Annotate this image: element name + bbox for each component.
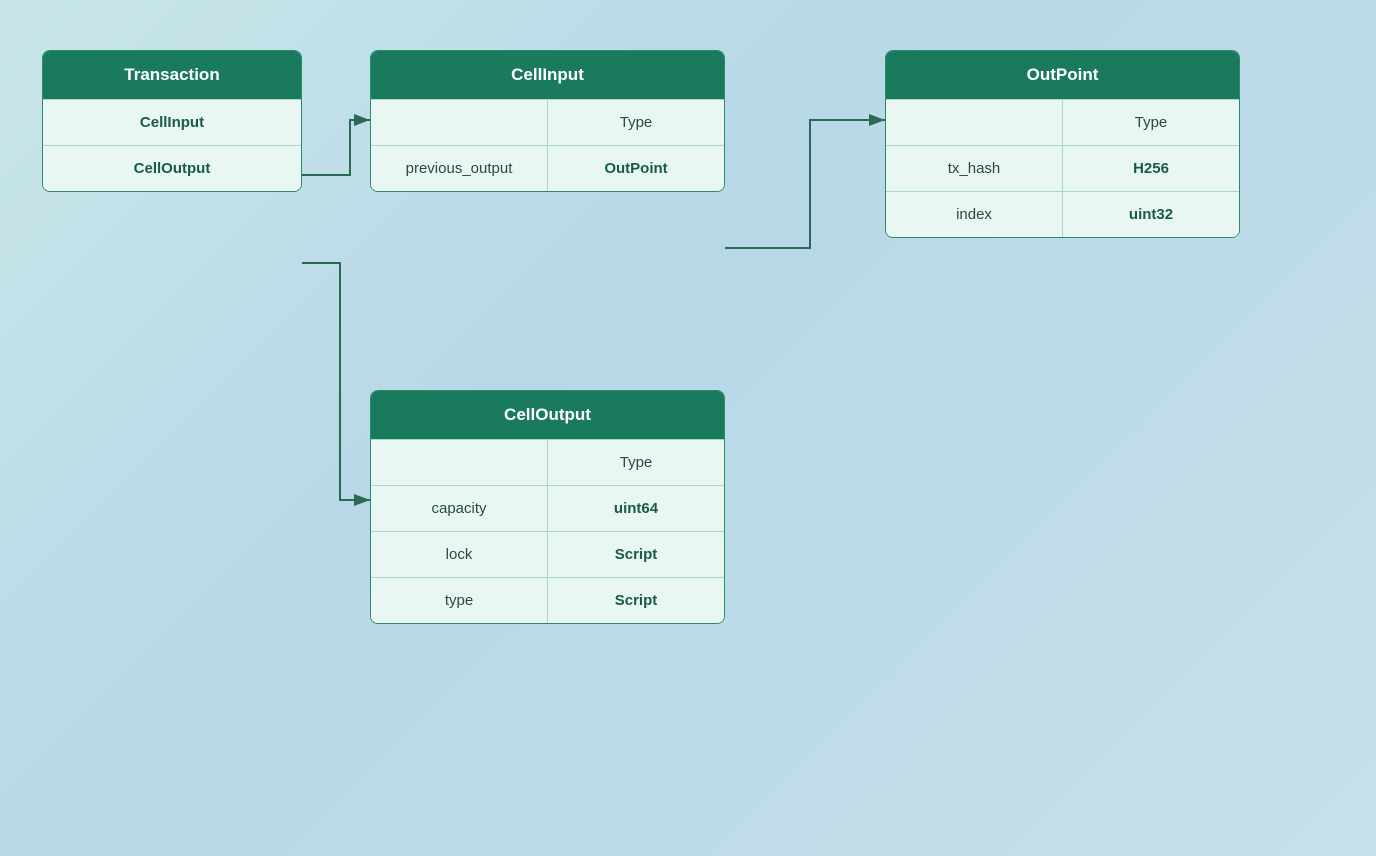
celloutput-capacity-name: capacity xyxy=(371,486,548,531)
celloutput-capacity-type: uint64 xyxy=(548,486,724,531)
celloutput-rows: Type capacity uint64 lock Script type Sc… xyxy=(371,439,724,623)
cellinput-prevout-type: OutPoint xyxy=(548,146,724,191)
celloutput-row-type-field: type Script xyxy=(371,577,724,623)
cellinput-type-name xyxy=(371,100,548,145)
celloutput-typefield-name: type xyxy=(371,578,548,623)
cellinput-row-type: Type xyxy=(371,99,724,145)
celloutput-title: CellOutput xyxy=(504,405,591,424)
celloutput-type-value: Type xyxy=(548,440,724,485)
transaction-row-celloutput: CellOutput xyxy=(43,145,301,191)
celloutput-lock-name: lock xyxy=(371,532,548,577)
transaction-entity: Transaction CellInput CellOutput xyxy=(42,50,302,192)
cellinput-title: CellInput xyxy=(511,65,584,84)
cellinput-rows: Type previous_output OutPoint xyxy=(371,99,724,191)
outpoint-row-type: Type xyxy=(886,99,1239,145)
celloutput-entity: CellOutput Type capacity uint64 lock Scr… xyxy=(370,390,725,624)
outpoint-index-name: index xyxy=(886,192,1063,237)
outpoint-txhash-name: tx_hash xyxy=(886,146,1063,191)
transaction-rows: CellInput CellOutput xyxy=(43,99,301,191)
celloutput-row-capacity: capacity uint64 xyxy=(371,485,724,531)
celloutput-type-name xyxy=(371,440,548,485)
cellinput-prevout-name: previous_output xyxy=(371,146,548,191)
cellinput-entity: CellInput Type previous_output OutPoint xyxy=(370,50,725,192)
transaction-header: Transaction xyxy=(43,51,301,99)
outpoint-type-value: Type xyxy=(1063,100,1239,145)
cellinput-row-prevout: previous_output OutPoint xyxy=(371,145,724,191)
celloutput-typefield-type: Script xyxy=(548,578,724,623)
transaction-title: Transaction xyxy=(124,65,219,84)
cellinput-header: CellInput xyxy=(371,51,724,99)
outpoint-entity: OutPoint Type tx_hash H256 index uint32 xyxy=(885,50,1240,238)
outpoint-txhash-type: H256 xyxy=(1063,146,1239,191)
outpoint-type-name xyxy=(886,100,1063,145)
transaction-cellinput-label: CellInput xyxy=(43,100,301,145)
outpoint-title: OutPoint xyxy=(1027,65,1099,84)
transaction-celloutput-label: CellOutput xyxy=(43,146,301,191)
outpoint-row-index: index uint32 xyxy=(886,191,1239,237)
celloutput-row-lock: lock Script xyxy=(371,531,724,577)
celloutput-row-type: Type xyxy=(371,439,724,485)
celloutput-header: CellOutput xyxy=(371,391,724,439)
diagram-container: Transaction CellInput CellOutput CellInp… xyxy=(0,0,1376,856)
outpoint-row-txhash: tx_hash H256 xyxy=(886,145,1239,191)
transaction-row-cellinput: CellInput xyxy=(43,99,301,145)
outpoint-rows: Type tx_hash H256 index uint32 xyxy=(886,99,1239,237)
outpoint-header: OutPoint xyxy=(886,51,1239,99)
celloutput-lock-type: Script xyxy=(548,532,724,577)
outpoint-index-type: uint32 xyxy=(1063,192,1239,237)
cellinput-type-value: Type xyxy=(548,100,724,145)
